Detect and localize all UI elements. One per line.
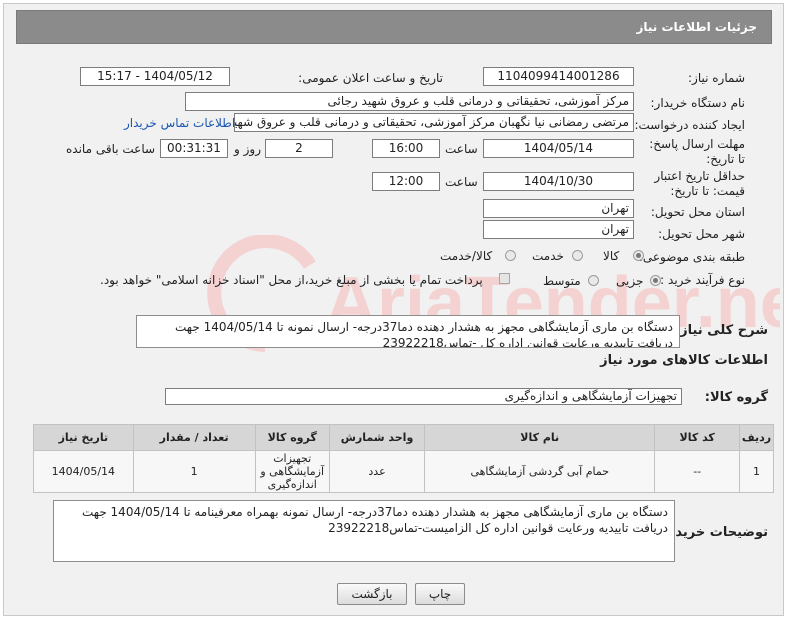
col-need-date: تاریخ نیاز — [33, 424, 134, 451]
process-option-minor: جزیی — [616, 274, 644, 288]
cell-need-date: 1404/05/14 — [33, 450, 134, 493]
summary-text[interactable]: دستگاه بن ماری آزمایشگاهی مجهز به هشدار … — [136, 315, 680, 348]
days-label: روز و — [234, 142, 261, 156]
category-option-goods: کالا — [603, 249, 620, 263]
summary-label: شرح کلی نیاز: — [674, 323, 768, 338]
goods-section-title: اطلاعات کالاهای مورد نیاز — [600, 353, 768, 368]
treasury-payment-checkbox[interactable] — [499, 273, 510, 284]
process-radio-medium[interactable] — [588, 275, 599, 286]
validity-date-field[interactable]: 1404/10/30 — [483, 172, 634, 191]
province-label: استان محل تحویل: — [650, 205, 745, 219]
category-option-both: کالا/خدمت — [440, 249, 493, 263]
process-label: نوع فرآیند خرید : — [660, 273, 745, 287]
validity-time-field[interactable]: 12:00 — [372, 172, 440, 191]
col-code: کد کالا — [654, 424, 741, 451]
province-field[interactable]: تهران — [483, 199, 634, 218]
cell-quantity: 1 — [132, 450, 256, 493]
buyer-org-field[interactable]: مرکز آموزشی، تحقیقاتی و درمانی قلب و عرو… — [185, 92, 634, 111]
col-quantity: تعداد / مقدار — [132, 424, 256, 451]
col-row: ردیف — [739, 424, 774, 451]
category-label: طبقه بندی موضوعی: — [638, 250, 745, 264]
announce-label: تاریخ و ساعت اعلان عمومی: — [298, 71, 443, 85]
goods-table: ردیف کد کالا نام کالا واحد شمارش گروه کا… — [33, 424, 774, 493]
cell-code: -- — [654, 450, 741, 493]
category-radio-both[interactable] — [505, 250, 516, 261]
buyer-org-label: نام دستگاه خریدار: — [650, 96, 746, 110]
days-field[interactable]: 2 — [265, 139, 333, 158]
table-row[interactable]: 1 -- حمام آبی گردشی آزمایشگاهی عدد تجهیز… — [33, 450, 774, 493]
city-field[interactable]: تهران — [483, 220, 634, 239]
panel-title: جزئیات اطلاعات نیاز — [636, 20, 757, 34]
need-number-field[interactable]: 1104099414001286 — [483, 67, 634, 86]
category-radio-service[interactable] — [572, 250, 583, 261]
announce-field[interactable]: 1404/05/12 - 15:17 — [80, 67, 230, 86]
goods-table-header: ردیف کد کالا نام کالا واحد شمارش گروه کا… — [33, 424, 774, 451]
deadline-label: مهلت ارسال پاسخ: تا تاریخ: — [649, 137, 745, 166]
deadline-time-label: ساعت — [445, 142, 478, 156]
cell-row: 1 — [739, 450, 774, 493]
validity-label: حداقل تاریخ اعتبار قیمت: تا تاریخ: — [654, 169, 745, 198]
deadline-time-field[interactable]: 16:00 — [372, 139, 440, 158]
treasury-payment-note: پرداخت تمام یا بخشی از مبلغ خرید،از محل … — [100, 273, 483, 287]
cell-name: حمام آبی گردشی آزمایشگاهی — [424, 450, 656, 493]
cell-unit: عدد — [328, 450, 426, 493]
process-radio-minor[interactable] — [650, 275, 661, 286]
validity-time-label: ساعت — [445, 175, 478, 189]
cell-group: تجهیزات آزمایشگاهی و اندازه‌گیری — [254, 450, 330, 493]
panel-header: جزئیات اطلاعات نیاز — [16, 10, 772, 44]
need-number-label: شماره نیاز: — [688, 71, 745, 85]
city-label: شهر محل تحویل: — [658, 227, 745, 241]
remaining-time-label: ساعت باقی مانده — [66, 142, 156, 156]
category-option-service: خدمت — [532, 249, 564, 263]
col-group: گروه کالا — [254, 424, 330, 451]
process-option-medium: متوسط — [543, 274, 581, 288]
goods-group-label: گروه کالا: — [704, 390, 768, 405]
category-radio-goods[interactable] — [633, 250, 644, 261]
requester-label: ایجاد کننده درخواست: — [634, 118, 745, 132]
buyer-contact-link[interactable]: اطلاعات تماس خریدار — [124, 116, 235, 130]
col-unit: واحد شمارش — [328, 424, 426, 451]
print-button[interactable]: چاپ — [415, 583, 465, 605]
buyer-notes-text[interactable]: دستگاه بن ماری آزمایشگاهی مجهز به هشدار … — [53, 500, 675, 562]
remaining-time-field[interactable]: 00:31:31 — [160, 139, 228, 158]
goods-group-field[interactable]: تجهیزات آزمایشگاهی و اندازه‌گیری — [165, 388, 682, 405]
col-name: نام کالا — [424, 424, 656, 451]
requester-field[interactable]: مرتضی رمضانی نیا نگهبان مرکز آموزشی، تحق… — [234, 113, 634, 132]
deadline-date-field[interactable]: 1404/05/14 — [483, 139, 634, 158]
back-button[interactable]: بازگشت — [337, 583, 407, 605]
